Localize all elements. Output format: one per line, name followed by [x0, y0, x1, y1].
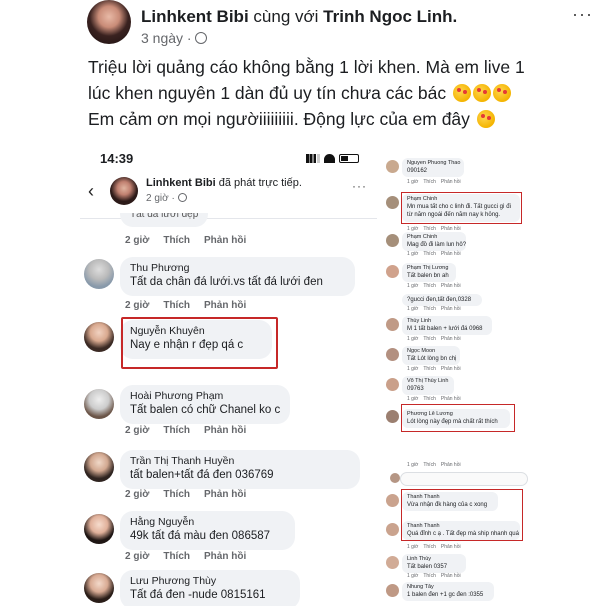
- comment-actions: 1 giờ Thích Phản hồi: [407, 462, 461, 468]
- comment-bubble: ?gucci đen,tất đen,0328: [402, 294, 482, 306]
- comment-actions: 1 giờ Thích Phản hồi: [407, 251, 461, 257]
- commenter-avatar[interactable]: [386, 378, 399, 391]
- highlight-box: [401, 489, 523, 541]
- comment-bubble: Võ Thị Thùy Linh 09763: [402, 376, 454, 395]
- comment-bubble: Phạm Chinh Mag đồ đi làm lun hô?: [402, 232, 466, 251]
- post-time[interactable]: 3 ngày ·: [141, 30, 192, 46]
- wifi-icon: [324, 154, 335, 163]
- caption-line: Em cảm ơn mọi ngườiiiiiiiii. Động lực củ…: [88, 106, 568, 132]
- live-author-line: Linhkent Bibi đã phát trực tiếp.: [146, 177, 302, 189]
- comment-actions: 1 giờ Thích Phản hồi: [407, 306, 461, 312]
- live-author[interactable]: Linhkent Bibi: [146, 177, 216, 189]
- commenter-avatar[interactable]: [84, 452, 114, 482]
- commenter-avatar[interactable]: [84, 259, 114, 289]
- comment-bubble: Hằng Nguyễn 49k tất đá màu đen 086587: [120, 511, 295, 550]
- commenter-avatar[interactable]: [386, 556, 399, 569]
- post-caption: Triệu lời quảng cáo không bằng 1 lời khe…: [88, 54, 568, 132]
- comments-strip-screenshot[interactable]: Nguyen Phuong Thao 090162 1 giờ Thích Phản …: [382, 152, 532, 606]
- globe-icon: [177, 193, 187, 202]
- comment-bubble: Hoài Phương Phạm Tất balen có chữ Chanel …: [120, 385, 290, 424]
- comment-actions: 2 giờ Thích Phản hồi: [125, 551, 247, 562]
- status-time: 14:39: [100, 151, 134, 166]
- highlight-box: [401, 192, 522, 224]
- back-arrow-icon[interactable]: ‹: [88, 181, 94, 202]
- status-bar: 14:39: [80, 145, 377, 173]
- emoji-icon: [452, 84, 471, 102]
- live-comments-screenshot[interactable]: 14:39 ‹ Linhkent Bibi đã phát trực tiếp.…: [80, 145, 377, 606]
- comment-actions: 2 giờ Thích Phản hồi: [125, 489, 247, 500]
- comment-bubble: Trần Thị Thanh Huyền tất balen+tất đá đen…: [120, 450, 360, 489]
- post-header: Linhkent Bibi cùng với Trinh Ngoc Linh. …: [0, 0, 606, 50]
- comment-bubble: Nguyen Phuong Thao 090162: [402, 158, 464, 177]
- caption-line: Triệu lời quảng cáo không bằng 1 lời khe…: [88, 57, 525, 77]
- live-action: đã phát trực tiếp.: [218, 177, 302, 189]
- reply-avatar: [390, 473, 400, 483]
- with-text: cùng với: [253, 7, 319, 26]
- comment-actions: 2 giờ Thích Phản hồi: [125, 300, 247, 311]
- battery-icon: [339, 154, 359, 163]
- live-more-button[interactable]: ···: [352, 179, 367, 193]
- highlight-box: [401, 404, 515, 432]
- commenter-avatar[interactable]: [386, 348, 399, 361]
- commenter-avatar[interactable]: [84, 514, 114, 544]
- comment-actions: 1 giờ Thích Phản hồi: [407, 366, 461, 372]
- commenter-avatar[interactable]: [386, 410, 399, 423]
- emoji-icon: [492, 84, 511, 102]
- comment-actions: 1 giờ Thích Phản hồi: [407, 396, 461, 402]
- comment-bubble: Phạm Thị Lương Tất balen bn ah: [402, 263, 456, 282]
- comment-bubble: Nhung Tây 1 balen đen +1 gc đen :0355: [402, 582, 494, 601]
- comment-actions: 1 giờ Thích Phản hồi: [407, 336, 461, 342]
- comment-bubble: Thu Phương Tất da chân đá lưới.vs tất đá …: [120, 257, 355, 296]
- comment-bubble: Thùy Linh M 1 tất balen + lưới đá 0968: [402, 316, 492, 335]
- tagged-name[interactable]: Trinh Ngoc Linh.: [323, 7, 457, 26]
- commenter-avatar[interactable]: [386, 318, 399, 331]
- comment-actions: 2 giờ Thích Phản hồi: [125, 425, 247, 436]
- comment-actions: 1 giờ Thích Phản hồi: [407, 283, 461, 289]
- comment-actions: 1 giờ Thích Phản hồi: [407, 573, 461, 579]
- commenter-avatar[interactable]: [386, 160, 399, 173]
- signal-icon: [306, 154, 320, 163]
- author-name[interactable]: Linhkent Bibi: [141, 7, 249, 26]
- highlight-box: [121, 317, 278, 369]
- comment-bubble: Linh Thùy Tất balen 0357: [402, 554, 466, 573]
- emoji-icon: [476, 110, 495, 128]
- post-author-line: Linhkent Bibi cùng với Trinh Ngoc Linh.: [141, 7, 457, 27]
- globe-icon: [194, 32, 207, 44]
- more-options-button[interactable]: ···: [572, 4, 593, 25]
- partial-comment: Tất đá lưới đẹp: [120, 213, 209, 227]
- comment-actions: 2 giờ Thích Phản hồi: [125, 235, 247, 246]
- commenter-avatar[interactable]: [386, 584, 399, 597]
- comment-actions: 1 giờ Thích Phản hồi: [407, 544, 461, 550]
- emoji-icon: [472, 84, 491, 102]
- caption-line: lúc khen nguyên 1 dàn đủ uy tín chưa các…: [88, 80, 568, 106]
- author-avatar[interactable]: [87, 0, 131, 44]
- commenter-avatar[interactable]: [386, 196, 399, 209]
- live-time: 2 giờ ·: [146, 193, 187, 204]
- commenter-avatar[interactable]: [386, 265, 399, 278]
- commenter-avatar[interactable]: [84, 573, 114, 603]
- comment-bubble: Ngọc Moon Tất Lót lòng bn chị: [402, 346, 460, 365]
- commenter-avatar[interactable]: [386, 494, 399, 507]
- comment-bubble: Lưu Phương Thùy Tất đá đen -nude 0815161: [120, 570, 300, 606]
- live-avatar[interactable]: [110, 177, 138, 205]
- commenter-avatar[interactable]: [84, 322, 114, 352]
- commenter-avatar[interactable]: [84, 389, 114, 419]
- comment-actions: 1 giờ Thích Phản hồi: [407, 179, 461, 185]
- post-meta: 3 ngày ·: [141, 30, 207, 46]
- commenter-avatar[interactable]: [386, 523, 399, 536]
- reply-input[interactable]: [400, 472, 528, 486]
- commenter-avatar[interactable]: [386, 234, 399, 247]
